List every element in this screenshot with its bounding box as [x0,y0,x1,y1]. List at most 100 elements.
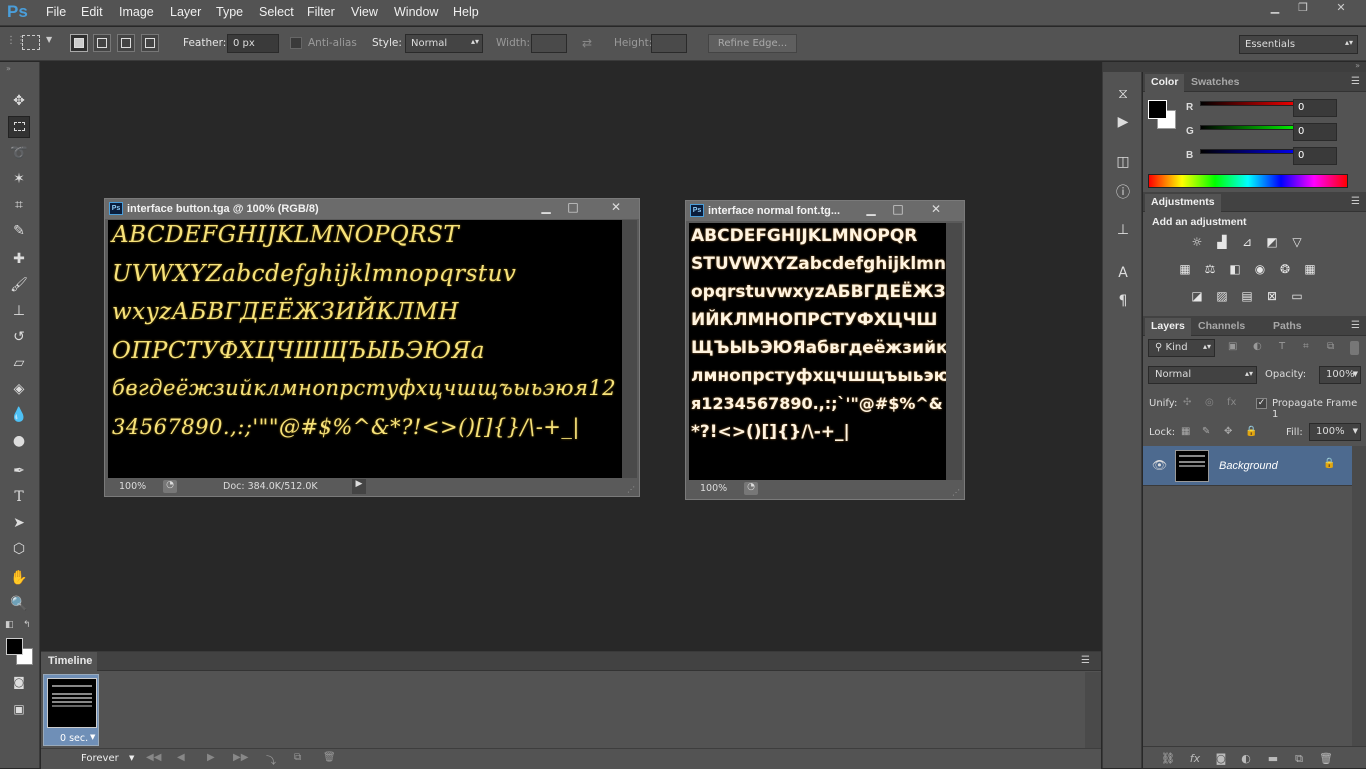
panel-menu-icon[interactable]: ☰ [1081,655,1090,666]
shape-tool-icon[interactable]: ⬡ [8,538,30,560]
filter-adjustment-icon[interactable]: ◐ [1253,341,1262,352]
new-group-icon[interactable]: ▬ [1265,752,1281,766]
menu-image[interactable]: Image [119,5,154,19]
delete-layer-icon[interactable]: 🗑 [1318,752,1334,766]
character-icon[interactable]: A [1113,265,1133,285]
status-icon[interactable]: ◔ [744,482,758,495]
menu-type[interactable]: Type [216,5,243,19]
frame-delay[interactable]: 0 sec. [60,733,88,744]
magic-wand-icon[interactable]: ✶ [8,168,30,190]
green-value-input[interactable]: 0 [1293,123,1337,141]
workspace-select[interactable]: Essentials ▴▾ [1239,35,1358,54]
document-window-button[interactable]: Ps interface button.tga @ 100% (RGB/8) ▁… [104,198,640,497]
fill-input[interactable]: 100% ▼ [1309,423,1361,441]
animation-frame[interactable]: 1 0 sec. ▼ [43,674,99,746]
filter-kind-select[interactable]: ⚲ Kind ▴▾ [1148,339,1215,357]
status-menu-icon[interactable]: ▶ [352,479,366,494]
tab-swatches[interactable]: Swatches [1185,74,1245,90]
add-selection-button[interactable] [93,34,111,52]
menu-layer[interactable]: Layer [170,5,201,19]
layers-scrollbar[interactable] [1352,446,1366,746]
tab-layers[interactable]: Layers [1145,318,1191,336]
subtract-selection-button[interactable] [117,34,135,52]
collapse-icon[interactable]: » [6,64,11,73]
doc-restore-button[interactable]: □ [562,200,584,216]
resize-grip-icon[interactable]: ⋰ [627,485,635,494]
paint-bucket-icon[interactable]: ◈ [8,378,30,400]
marquee-tool-icon[interactable] [8,116,30,138]
add-mask-icon[interactable]: ◙ [1213,752,1229,766]
pen-tool-icon[interactable]: ✒ [8,460,30,482]
vertical-scrollbar[interactable] [946,223,962,480]
document-canvas[interactable]: ABCDEFGHIJKLMNOPQR STUVWXYZabcdefghijklm… [689,223,946,480]
menu-filter[interactable]: Filter [307,5,335,19]
color-balance-icon[interactable]: ⚖ [1201,262,1219,278]
new-selection-button[interactable] [70,34,88,52]
prev-frame-icon[interactable]: ◀ [177,752,185,763]
unify-style-icon[interactable]: fx [1227,397,1236,408]
refine-edge-button[interactable]: Refine Edge... [708,34,797,53]
new-adjustment-icon[interactable]: ◐ [1238,752,1254,766]
menu-help[interactable]: Help [453,5,479,19]
minimize-button[interactable]: ▁ [1262,1,1288,17]
unify-position-icon[interactable]: ✣ [1183,397,1191,408]
visibility-eye-icon[interactable]: 👁 [1152,458,1167,472]
lock-position-icon[interactable]: ✥ [1224,426,1232,437]
filter-shape-icon[interactable]: ⌗ [1303,341,1309,352]
channel-mixer-icon[interactable]: ❂ [1276,262,1294,278]
chevron-down-icon[interactable]: ▼ [46,35,52,44]
propagate-checkbox[interactable]: ✓ [1256,398,1267,409]
tab-color[interactable]: Color [1145,74,1185,92]
tool-presets-icon[interactable]: ◫ [1113,154,1133,174]
screen-mode-icon[interactable]: ▣ [8,698,30,720]
feather-input[interactable]: 0 px [227,34,279,53]
blue-value-input[interactable]: 0 [1293,147,1337,165]
healing-brush-icon[interactable]: ✚ [8,248,30,270]
menu-edit[interactable]: Edit [81,5,103,19]
filter-type-icon[interactable]: T [1279,341,1285,352]
chevron-down-icon[interactable]: ▼ [90,733,95,741]
next-frame-icon[interactable]: ▶▶ [233,752,248,763]
play-icon[interactable]: ▶ [207,752,215,763]
threshold-icon[interactable]: ▤ [1238,289,1256,305]
zoom-tool-icon[interactable]: 🔍 [8,593,30,615]
blue-slider[interactable] [1200,149,1302,154]
panel-menu-icon[interactable]: ☰ [1351,320,1360,331]
tab-paths[interactable]: Paths [1267,318,1308,334]
levels-icon[interactable]: ▟ [1213,235,1231,251]
default-colors-icon[interactable]: ◧ [5,620,14,630]
duplicate-frame-icon[interactable]: ⧉ [294,752,301,763]
style-select[interactable]: Normal ▴▾ [405,34,483,53]
doc-close-button[interactable]: ✕ [922,202,950,218]
swap-colors-icon[interactable]: ↰ [23,620,31,630]
tab-adjustments[interactable]: Adjustments [1145,194,1221,212]
panel-menu-icon[interactable]: ☰ [1351,76,1360,87]
red-slider[interactable] [1200,101,1302,106]
intersect-selection-button[interactable] [141,34,159,52]
filter-toggle[interactable] [1350,341,1359,355]
tween-icon[interactable]: ⤵ [266,752,276,767]
menu-window[interactable]: Window [394,5,438,19]
stamp-tool-icon[interactable]: ⊥ [8,300,30,322]
unify-visibility-icon[interactable]: ◎ [1205,397,1214,408]
lock-all-icon[interactable]: 🔒 [1245,426,1257,437]
close-button[interactable]: ✕ [1326,1,1356,17]
menu-file[interactable]: File [46,5,66,19]
loop-select[interactable]: Forever [81,753,119,764]
new-layer-icon[interactable]: ⧉ [1291,752,1307,766]
eyedropper-icon[interactable]: ✎ [8,220,30,242]
document-canvas[interactable]: ABCDEFGHIJKLMNOPQRST UVWXYZabcdefghijklm… [108,220,622,478]
status-icon[interactable]: ◔ [163,480,177,493]
swap-icon[interactable]: ⇄ [582,36,592,50]
curves-icon[interactable]: ⊿ [1238,235,1256,251]
doc-close-button[interactable]: ✕ [602,200,630,216]
color-spectrum[interactable] [1148,174,1348,188]
type-tool-icon[interactable]: T [8,486,30,508]
antialias-checkbox[interactable] [290,37,302,49]
actions-play-icon[interactable]: ▶ [1113,114,1133,134]
tab-channels[interactable]: Channels [1192,318,1251,334]
zoom-level[interactable]: 100% [119,481,146,492]
menu-view[interactable]: View [351,5,378,19]
opacity-input[interactable]: 100% ▼ [1319,366,1361,384]
blend-mode-select[interactable]: Normal ▴▾ [1148,366,1257,384]
